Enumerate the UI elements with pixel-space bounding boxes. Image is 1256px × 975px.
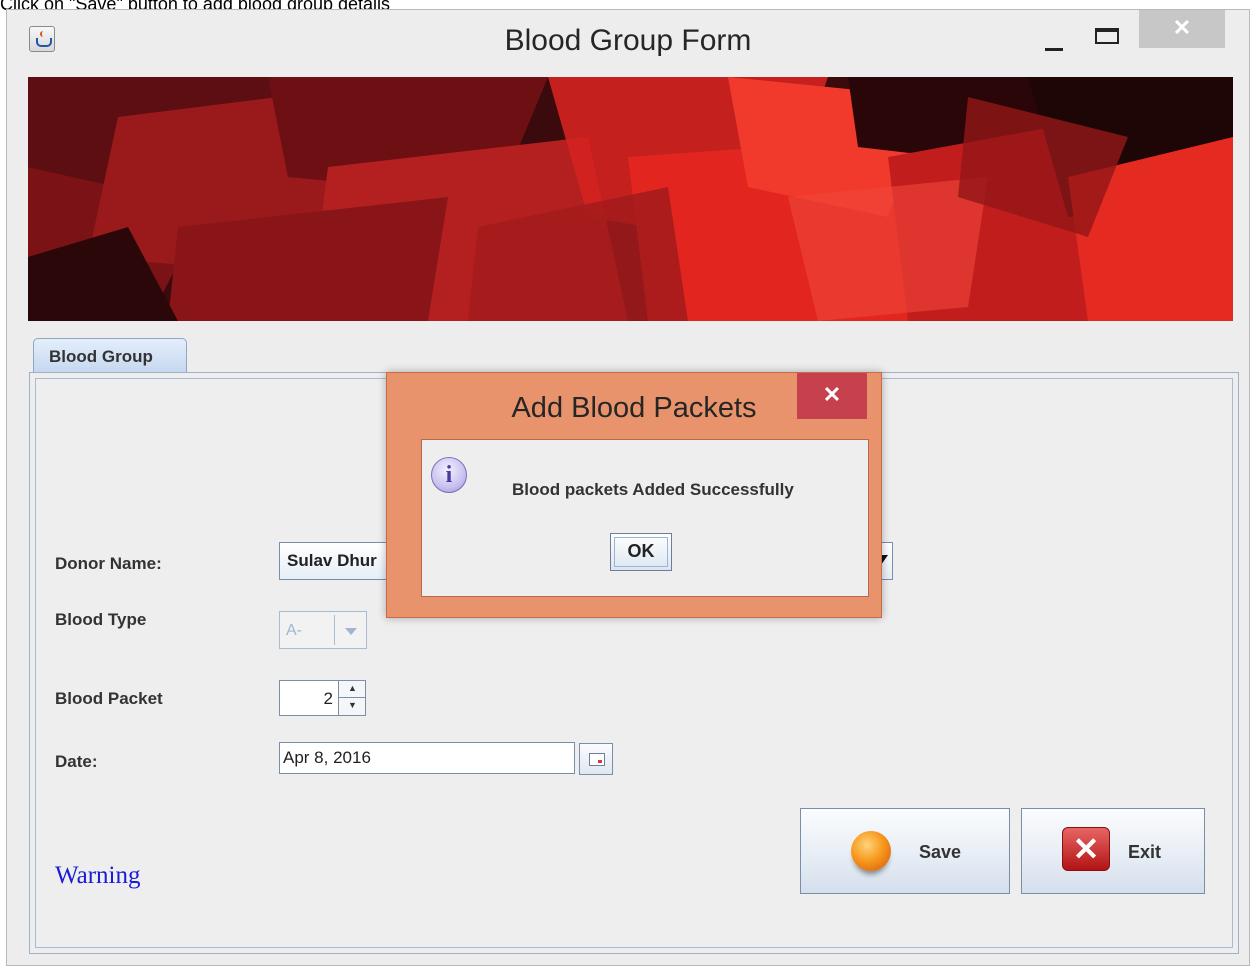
chevron-down-icon[interactable]	[345, 628, 357, 635]
exit-icon: ✕	[1062, 827, 1110, 871]
blood-type-combobox[interactable]: A-	[279, 611, 367, 649]
dialog-close-button[interactable]: ✕	[797, 373, 867, 419]
banner-image	[28, 77, 1233, 321]
dialog-body: i Blood packets Added Successfully OK	[421, 439, 869, 597]
exit-button-label: Exit	[1128, 842, 1162, 862]
donor-name-value: Sulav Dhur	[287, 551, 377, 570]
minimize-button[interactable]	[1037, 30, 1085, 60]
dialog-message: Blood packets Added Successfully	[512, 480, 794, 499]
save-icon	[851, 831, 891, 871]
donor-name-label: Donor Name:	[55, 554, 162, 573]
date-label: Date:	[55, 752, 98, 771]
spinner-up-icon[interactable]: ▲	[348, 684, 357, 693]
blood-packet-spinner-buttons[interactable]: ▲ ▼	[338, 680, 366, 716]
blood-group-form-window: Blood Group Form ✕ Blood Group Donor Nam…	[6, 9, 1250, 966]
save-button-label: Save	[919, 842, 962, 862]
spinner-divider	[339, 697, 365, 698]
exit-button[interactable]: ✕ Exit	[1021, 808, 1205, 894]
ok-button[interactable]: OK	[610, 533, 672, 571]
add-blood-packets-dialog: Add Blood Packets ✕ i Blood packets Adde…	[386, 372, 882, 618]
blood-type-value: A-	[286, 622, 302, 639]
info-icon: i	[431, 457, 467, 493]
blood-type-label: Blood Type	[55, 610, 147, 629]
combobox-divider	[334, 615, 335, 645]
calendar-icon[interactable]	[579, 743, 613, 775]
spinner-down-icon[interactable]: ▼	[348, 701, 357, 710]
maximize-button[interactable]	[1089, 22, 1133, 56]
blood-packet-spinner-input[interactable]: 2	[279, 680, 339, 716]
title-bar[interactable]: Blood Group Form ✕	[7, 10, 1249, 76]
date-input[interactable]: Apr 8, 2016	[279, 742, 575, 774]
tab-blood-group[interactable]: Blood Group	[33, 338, 187, 372]
save-button[interactable]: Save	[800, 808, 1010, 894]
window-close-button[interactable]: ✕	[1139, 10, 1225, 48]
warning-text: Warning	[55, 862, 141, 889]
blood-packet-label: Blood Packet	[55, 689, 163, 708]
